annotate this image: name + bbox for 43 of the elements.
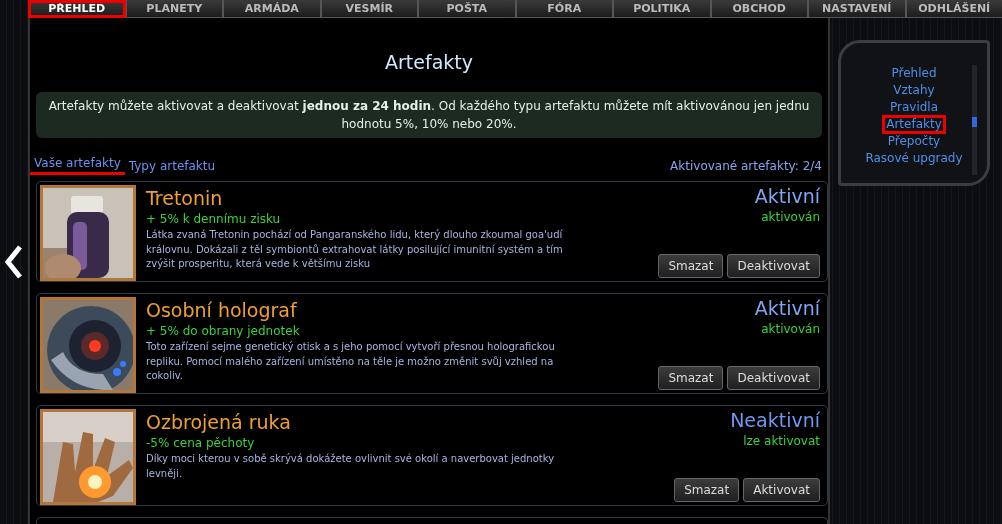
artifact-description: Toto zařízení sejme genetický otisk a s jeho pomocí vytvoří přesnou holografickou repliku. Pomocí malého zařízení umístěno na těle je možno změnit svůj vzhled na cokoliv.	[146, 340, 556, 384]
action-button[interactable]: Aktivovat	[743, 478, 820, 503]
page-title: Artefakty	[384, 49, 474, 75]
action-button[interactable]: Smazat	[674, 478, 740, 503]
artifact-name: Osobní holograf	[146, 299, 298, 323]
action-button[interactable]: Smazat	[658, 366, 724, 391]
action-button[interactable]: Deaktivovat	[727, 254, 820, 279]
chevron-left-icon[interactable]	[4, 245, 24, 279]
artifact-description: Díky moci kterou v sobě skrývá dokážete ovlivnit své okolí a naverbovat jednotky levněji.	[146, 452, 556, 481]
action-button[interactable]: Smazat	[658, 254, 724, 279]
nav-tab[interactable]: POŠTA	[418, 0, 516, 18]
action-button[interactable]: Deaktivovat	[727, 366, 820, 391]
artifact-status: Aktivní	[754, 185, 820, 209]
info-message: Artefakty můžete aktivovat a deaktivovat jednou za 24 hodin. Od každého typu artefaktu můžete mít aktivovánou jen jednu hodnotu 5%, 10% nebo 20%.	[36, 92, 822, 139]
side-menu-item[interactable]: Přepočty	[884, 133, 944, 150]
artifact-status: Neaktivní	[730, 409, 820, 433]
nav-tab[interactable]: NASTAVENÍ	[808, 0, 906, 18]
artifact-bonus: + 5% k dennímu zisku	[146, 211, 282, 229]
artifact-description: Látka zvaná Tretonin pochází od Pangaranského lidu, který dlouho zkoumal goa'udí královnu. Dokázali z těl symbiontů extrahovat látky posilující imunitní systém a tím zvýšit prosperitu, která vede k většímu zisku	[146, 228, 564, 272]
nav-tab[interactable]: ODHLÁŠENÍ	[905, 0, 1002, 18]
sub-tab[interactable]: Typy artefaktu	[124, 157, 220, 176]
active-count: Aktivované artefakty: 2/4	[670, 158, 822, 176]
nav-tab[interactable]: PLANETY	[125, 0, 223, 18]
nav-tab[interactable]: VESMÍR	[320, 0, 418, 18]
side-menu-item[interactable]: Rasové upgrady	[862, 150, 966, 167]
side-menu-item[interactable]: Vztahy	[890, 82, 938, 99]
nav-tab[interactable]: FÓRA	[515, 0, 613, 18]
artifact-substatus: aktivován	[761, 321, 820, 339]
artifact-status: Aktivní	[754, 297, 820, 321]
side-menu-item[interactable]: Pravidla	[886, 99, 942, 116]
side-menu-item[interactable]: Artefakty	[883, 116, 945, 133]
artifact-name: Ozbrojená ruka	[146, 411, 292, 435]
nav-tab[interactable]: OBCHOD	[710, 0, 808, 18]
side-menu-item[interactable]: Přehled	[888, 65, 940, 82]
nav-tab[interactable]: POLITIKA	[613, 0, 711, 18]
artifact-bonus: -5% cena pěchoty	[146, 435, 256, 453]
artifact-bonus: + 5% do obrany jednotek	[146, 323, 301, 341]
nav-tab[interactable]: PŘEHLED	[28, 0, 126, 18]
artifact-substatus: aktivován	[761, 209, 820, 227]
artifact-substatus: lze aktivovat	[743, 433, 820, 451]
artifact-name: Tretonin	[146, 187, 224, 211]
sub-tab[interactable]: Vaše artefakty	[30, 154, 125, 176]
nav-tab[interactable]: ARMÁDA	[223, 0, 321, 18]
